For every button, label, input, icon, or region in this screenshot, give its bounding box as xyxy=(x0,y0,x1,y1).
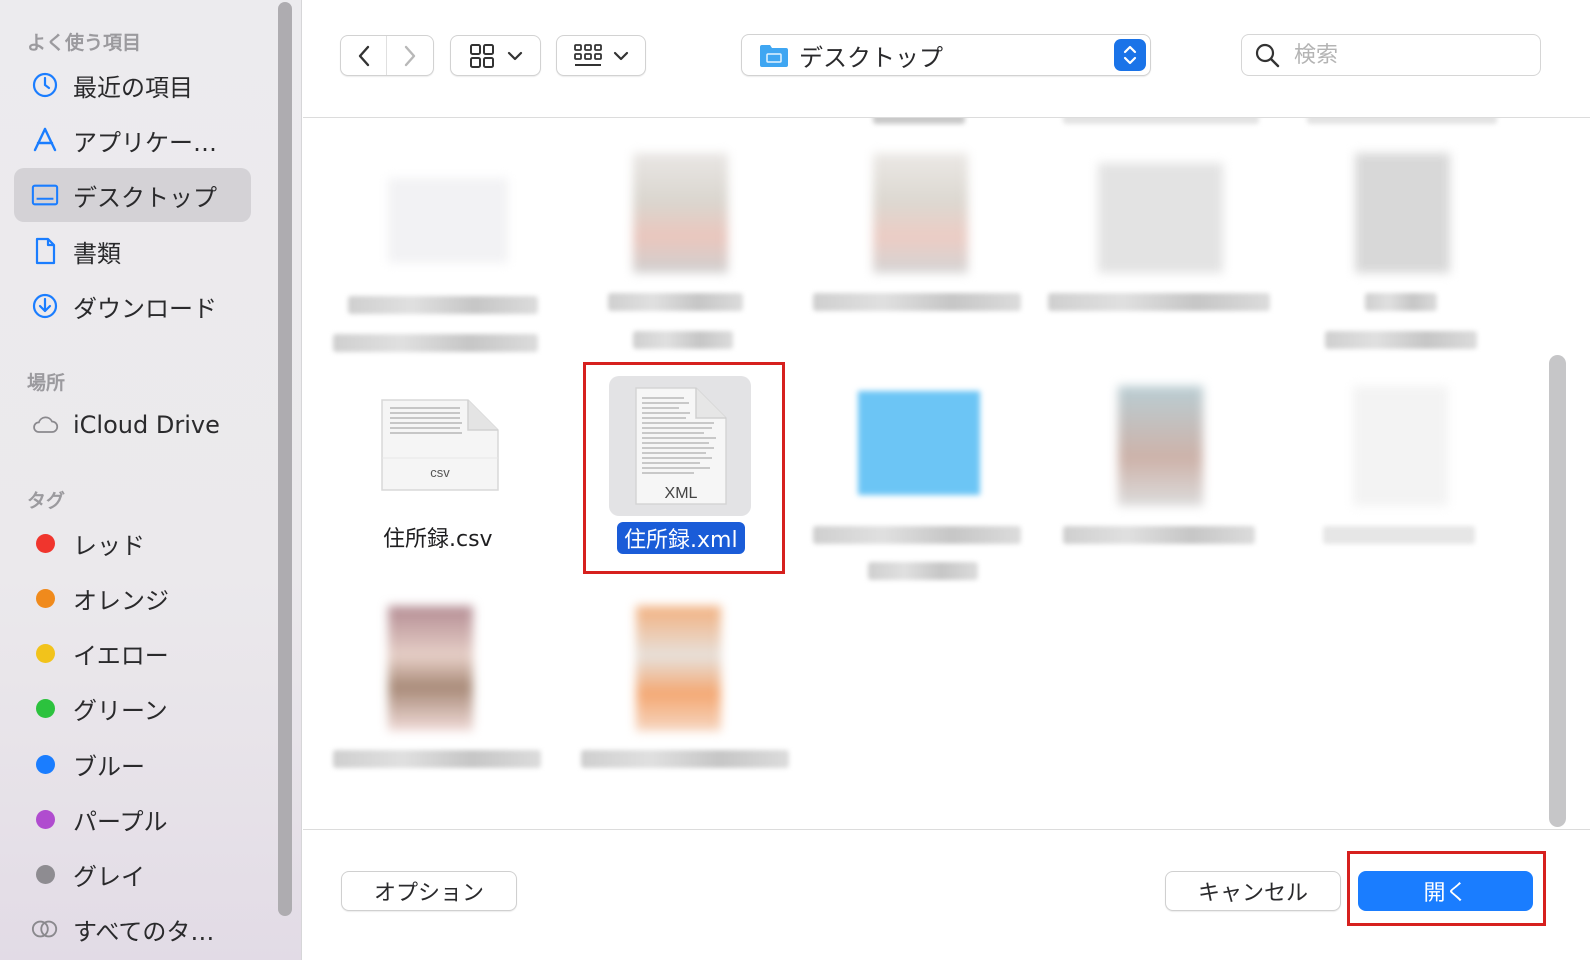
tag-color-dot xyxy=(36,533,55,553)
tag-color-dot xyxy=(36,643,55,663)
location-stepper[interactable] xyxy=(1114,39,1146,71)
sidebar-tag-gray[interactable]: グレイ xyxy=(14,847,251,901)
sidebar-item-label: 書類 xyxy=(73,239,121,268)
up-down-arrows-icon xyxy=(1123,45,1137,65)
sidebar-tag-red[interactable]: レッド xyxy=(14,516,251,570)
cancel-button[interactable]: キャンセル xyxy=(1165,871,1341,911)
highlight-box-xml xyxy=(583,362,785,574)
sidebar-tag-green[interactable]: グリーン xyxy=(14,681,251,735)
sidebar-item-label: レッド xyxy=(73,531,145,560)
blurred-filename xyxy=(1063,118,1259,124)
sidebar-item-label: アプリケー… xyxy=(73,128,217,157)
blurred-folder-item[interactable] xyxy=(813,386,1033,586)
clock-icon xyxy=(31,71,59,99)
sidebar-scrollbar[interactable] xyxy=(278,2,292,916)
sidebar-item-label: ダウンロード xyxy=(73,294,217,323)
desktop-icon xyxy=(31,181,59,209)
sidebar-item-icloud-drive[interactable]: iCloud Drive xyxy=(14,398,251,452)
blurred-file-item[interactable] xyxy=(333,606,543,791)
chevron-down-icon xyxy=(613,51,629,60)
locations-section-title: 場所 xyxy=(27,372,66,394)
tags-section-title: タグ xyxy=(27,490,66,512)
blurred-file-item[interactable] xyxy=(593,153,773,358)
location-label: デスクトップ xyxy=(799,43,943,72)
sidebar-item-label: ブルー xyxy=(73,752,145,781)
sidebar-item-label: グリーン xyxy=(73,696,168,725)
tag-color-dot xyxy=(36,588,55,608)
file-name: 住所録.csv xyxy=(383,527,493,552)
blurred-file-item[interactable] xyxy=(1325,153,1480,358)
folder-icon xyxy=(760,45,788,67)
forward-button[interactable] xyxy=(387,36,433,75)
blurred-filename xyxy=(873,118,965,124)
csv-icon-text: csv xyxy=(430,465,450,480)
location-popup[interactable]: デスクトップ xyxy=(741,34,1151,76)
search-input[interactable] xyxy=(1294,42,1514,68)
sidebar-item-label: iCloud Drive xyxy=(73,411,220,439)
cloud-icon xyxy=(31,411,59,439)
sidebar-item-label: オレンジ xyxy=(73,586,169,615)
chevron-right-icon xyxy=(404,45,416,66)
sidebar-item-desktop[interactable]: デスクトップ xyxy=(14,168,251,222)
sidebar-item-all-tags[interactable]: すべてのタ… xyxy=(14,902,251,956)
blurred-file-item[interactable] xyxy=(813,153,1033,358)
sidebar: よく使う項目 最近の項目 アプリケー… デスクトップ 書類 ダウンロード 場所 xyxy=(0,0,302,960)
tag-color-dot xyxy=(36,809,55,829)
icon-view-icon xyxy=(469,43,494,68)
file-grid: csv 住所録.csv XML 住所録.xml xyxy=(303,118,1549,829)
sidebar-item-downloads[interactable]: ダウンロード xyxy=(14,279,251,333)
applications-icon xyxy=(31,126,59,154)
group-button[interactable] xyxy=(556,35,646,76)
sidebar-item-label: 最近の項目 xyxy=(73,73,193,102)
highlight-box-open xyxy=(1347,851,1546,926)
view-mode-button[interactable] xyxy=(450,35,541,76)
download-icon xyxy=(31,292,59,320)
sidebar-item-label: パープル xyxy=(73,807,168,836)
sidebar-item-documents[interactable]: 書類 xyxy=(14,224,251,278)
sidebar-tag-orange[interactable]: オレンジ xyxy=(14,571,251,625)
blurred-file-item[interactable] xyxy=(1063,386,1263,556)
tag-color-dot xyxy=(36,698,55,718)
toolbar: デスクトップ xyxy=(303,0,1590,118)
favorites-section-title: よく使う項目 xyxy=(27,32,142,54)
sidebar-item-label: イエロー xyxy=(73,641,169,670)
nav-buttons xyxy=(340,35,434,76)
sidebar-tag-yellow[interactable]: イエロー xyxy=(14,626,251,680)
csv-file-icon: csv xyxy=(381,399,499,491)
blurred-file-item[interactable] xyxy=(1048,163,1273,358)
search-icon xyxy=(1255,43,1280,68)
search-field[interactable] xyxy=(1241,34,1541,76)
options-button[interactable]: オプション xyxy=(341,871,517,911)
blurred-file-item[interactable] xyxy=(581,606,791,791)
blurred-filename xyxy=(1307,118,1497,124)
sidebar-item-label: デスクトップ xyxy=(73,183,217,212)
blurred-file-item[interactable] xyxy=(1323,386,1483,556)
blurred-file-item[interactable] xyxy=(333,178,543,358)
file-grid-scrollbar[interactable] xyxy=(1549,355,1566,827)
sidebar-tag-blue[interactable]: ブルー xyxy=(14,737,251,791)
document-icon xyxy=(31,237,59,265)
back-button[interactable] xyxy=(341,36,388,75)
tag-color-dot xyxy=(36,864,55,884)
file-item-csv[interactable]: csv 住所録.csv xyxy=(363,393,513,553)
group-grid-icon xyxy=(574,43,602,66)
chevron-down-icon xyxy=(507,51,522,60)
chevron-left-icon xyxy=(358,45,369,66)
sidebar-item-applications[interactable]: アプリケー… xyxy=(14,113,251,167)
all-tags-icon xyxy=(31,915,59,943)
sidebar-item-label: グレイ xyxy=(73,862,145,891)
sidebar-item-recents[interactable]: 最近の項目 xyxy=(14,58,251,112)
sidebar-tag-purple[interactable]: パープル xyxy=(14,792,251,846)
sidebar-item-label: すべてのタ… xyxy=(73,917,215,946)
tag-color-dot xyxy=(36,754,55,774)
